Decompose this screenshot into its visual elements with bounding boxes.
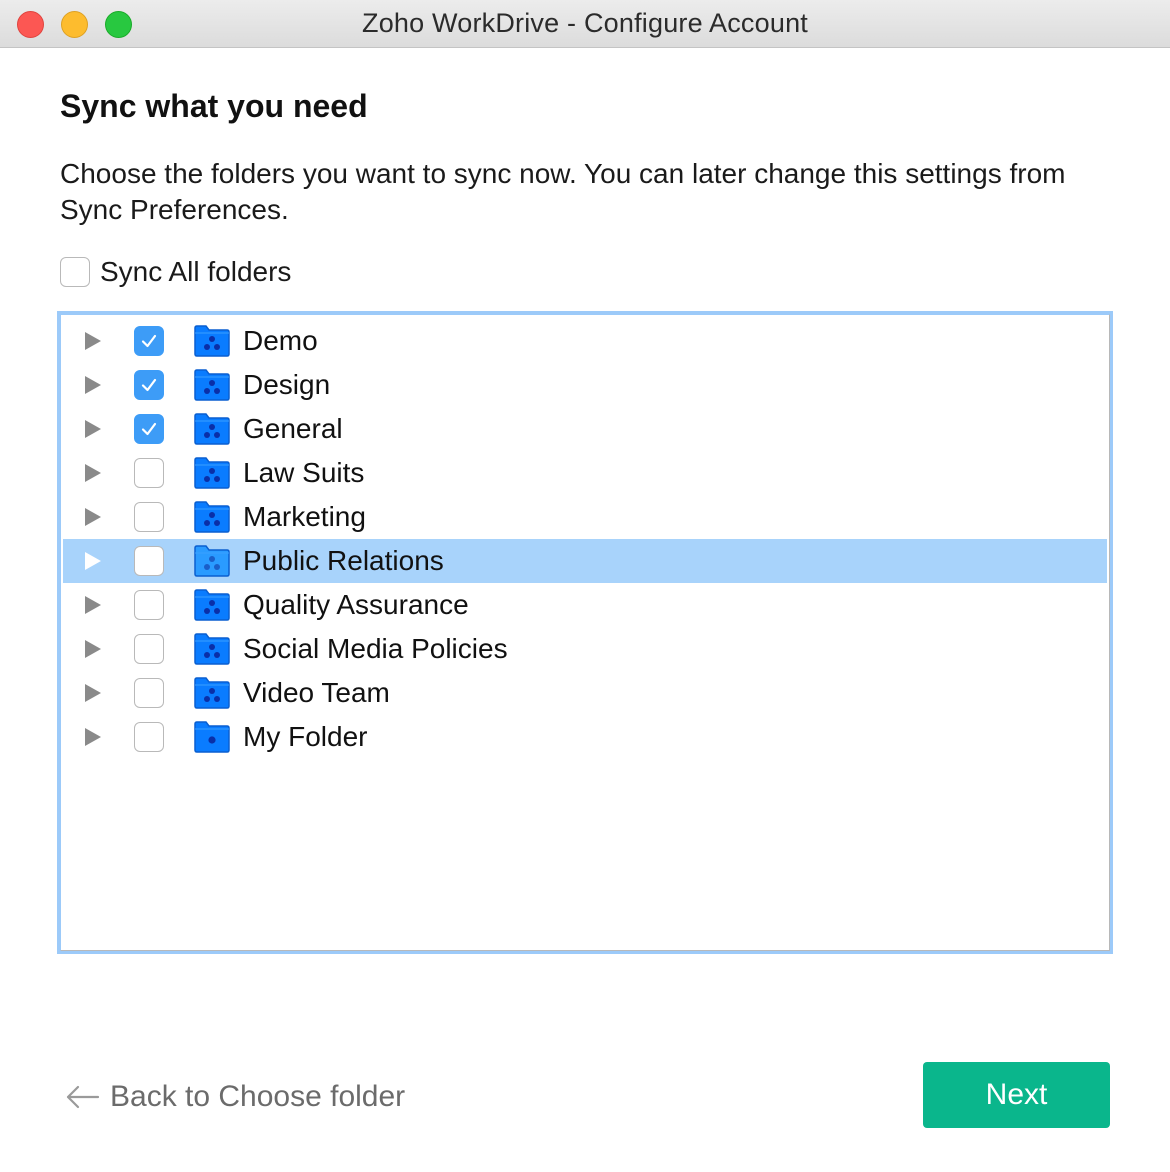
folder-name: Marketing <box>243 501 366 532</box>
folder-checkbox[interactable] <box>134 722 164 752</box>
folder-row[interactable]: My Folder <box>63 715 1107 759</box>
folder-row[interactable]: Demo <box>63 319 1107 363</box>
team-folder-icon <box>194 545 230 577</box>
team-folder-icon <box>194 589 230 621</box>
back-to-choose-folder-link[interactable]: Back to Choose folder <box>64 1078 405 1116</box>
sync-all-label: Sync All folders <box>100 256 292 287</box>
folder-checkbox[interactable] <box>134 590 164 620</box>
folder-tree-list: Demo Design General Law Suits Marketing … <box>60 314 1110 951</box>
sync-all-folders-checkbox[interactable]: Sync All folders <box>60 254 291 290</box>
team-folder-icon <box>194 369 230 401</box>
team-folder-icon <box>194 325 230 357</box>
personal-folder-icon <box>194 721 230 753</box>
expand-triangle-icon[interactable] <box>85 596 101 614</box>
next-button[interactable]: Next <box>923 1062 1110 1128</box>
team-folder-icon <box>194 677 230 709</box>
window-title: Zoho WorkDrive - Configure Account <box>362 8 808 38</box>
expand-triangle-icon[interactable] <box>85 332 101 350</box>
folder-row[interactable]: Design <box>63 363 1107 407</box>
folder-checkbox[interactable] <box>134 502 164 532</box>
folder-row[interactable]: Video Team <box>63 671 1107 715</box>
folder-checkbox[interactable] <box>134 458 164 488</box>
team-folder-icon <box>194 457 230 489</box>
folder-name: Social Media Policies <box>243 633 508 664</box>
expand-triangle-icon[interactable] <box>85 420 101 438</box>
expand-triangle-icon[interactable] <box>85 640 101 658</box>
back-link-label: Back to Choose folder <box>110 1080 406 1113</box>
folder-name: My Folder <box>243 721 368 752</box>
folder-checkbox[interactable] <box>134 546 164 576</box>
checkbox[interactable] <box>60 257 90 287</box>
folder-name: Video Team <box>243 677 390 708</box>
folder-row[interactable]: Law Suits <box>63 451 1107 495</box>
folder-checkbox[interactable] <box>134 678 164 708</box>
folder-name: General <box>243 413 343 444</box>
folder-checkbox[interactable] <box>134 326 164 356</box>
page-description: Choose the folders you want to sync now.… <box>60 158 1066 225</box>
folder-name: Quality Assurance <box>243 589 469 620</box>
folder-row[interactable]: General <box>63 407 1107 451</box>
team-folder-icon <box>194 413 230 445</box>
expand-triangle-icon[interactable] <box>85 376 101 394</box>
folder-row[interactable]: Quality Assurance <box>63 583 1107 627</box>
team-folder-icon <box>194 633 230 665</box>
page-heading: Sync what you need <box>60 88 368 124</box>
folder-checkbox[interactable] <box>134 414 164 444</box>
folder-checkbox[interactable] <box>134 370 164 400</box>
expand-triangle-icon[interactable] <box>85 728 101 746</box>
expand-triangle-icon[interactable] <box>85 508 101 526</box>
expand-triangle-icon[interactable] <box>85 464 101 482</box>
folder-tree[interactable]: Demo Design General Law Suits Marketing … <box>57 311 1113 954</box>
team-folder-icon <box>194 501 230 533</box>
folder-name: Public Relations <box>243 545 444 576</box>
expand-triangle-icon[interactable] <box>85 684 101 702</box>
folder-name: Demo <box>243 325 318 356</box>
folder-row[interactable]: Public Relations <box>63 539 1107 583</box>
expand-triangle-icon[interactable] <box>85 552 101 570</box>
folder-row[interactable]: Marketing <box>63 495 1107 539</box>
folder-checkbox[interactable] <box>134 634 164 664</box>
folder-name: Design <box>243 369 331 400</box>
folder-name: Law Suits <box>243 457 365 488</box>
title-bar: Zoho WorkDrive - Configure Account <box>0 0 1170 48</box>
folder-row[interactable]: Social Media Policies <box>63 627 1107 671</box>
arrow-left-icon <box>66 1085 100 1109</box>
